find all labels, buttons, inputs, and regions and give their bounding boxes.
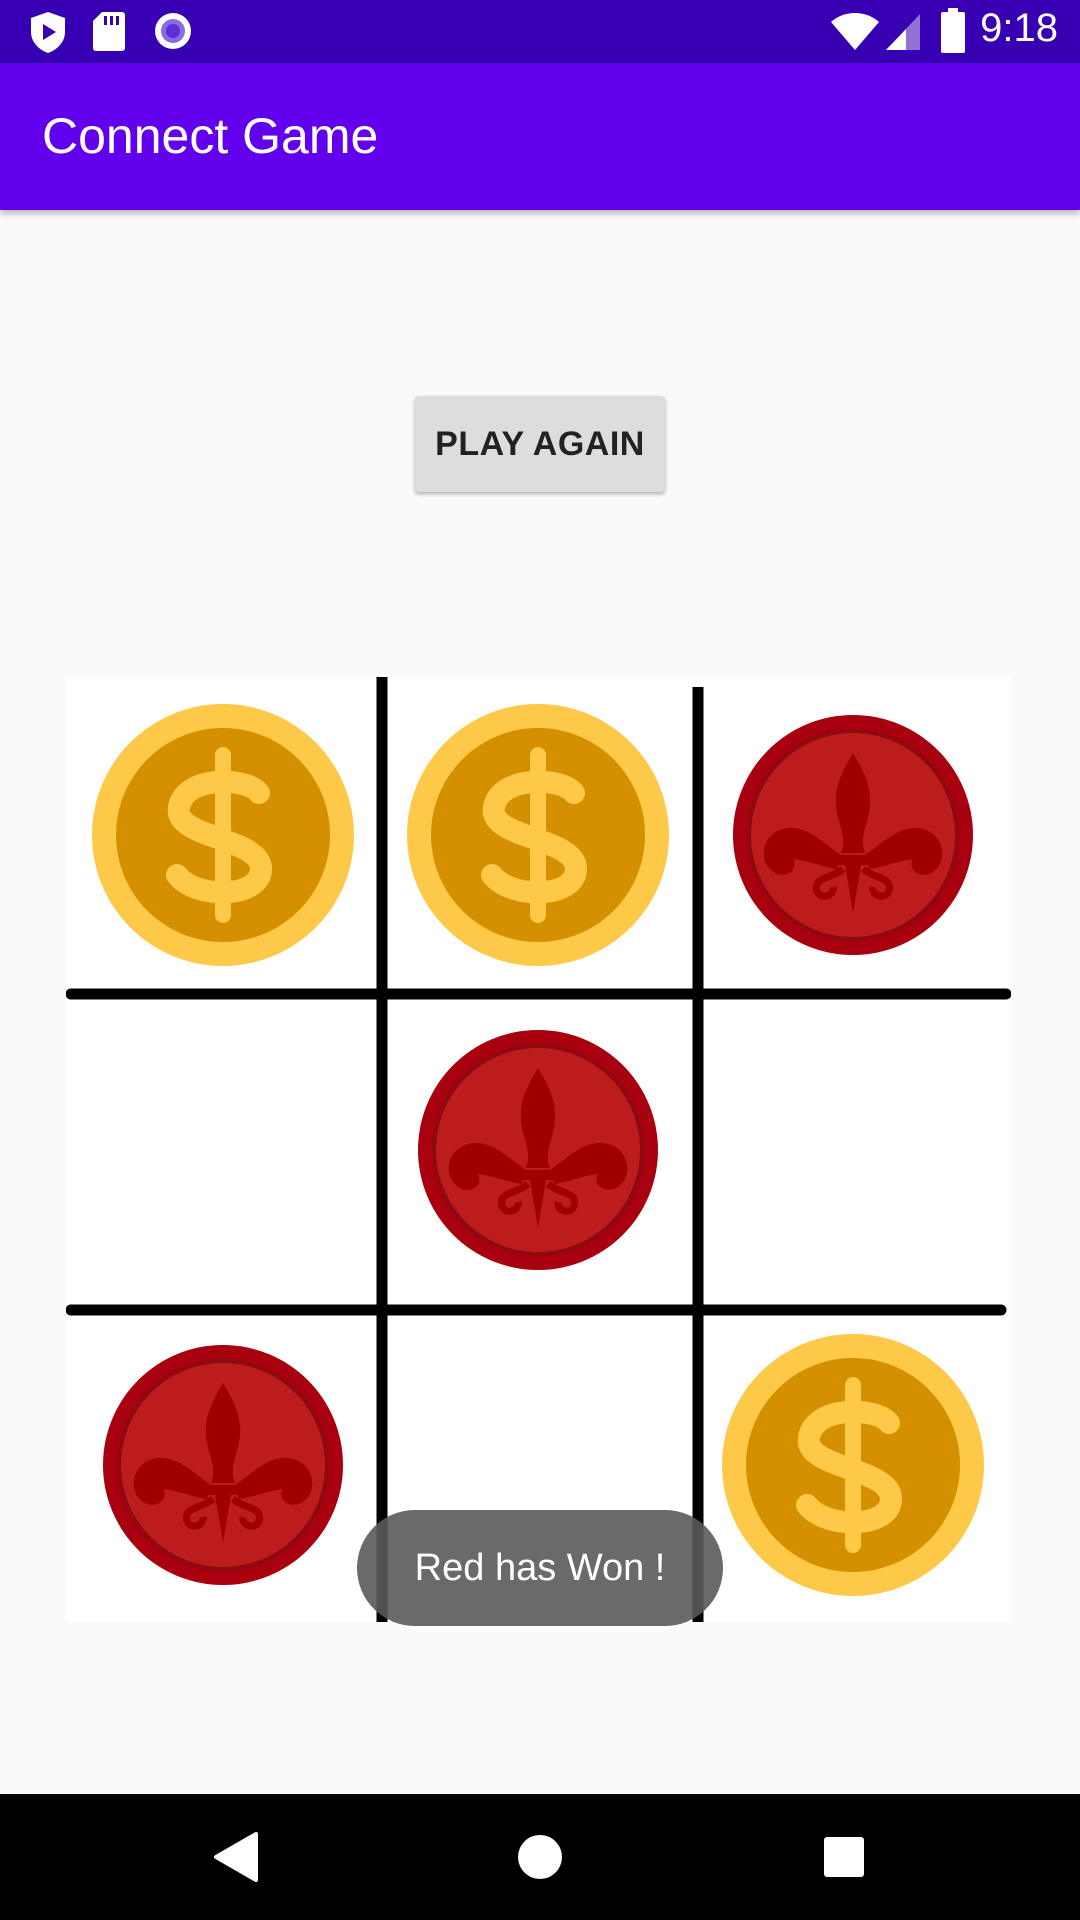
circle-dot-icon (155, 13, 191, 49)
recents-icon[interactable] (822, 1830, 866, 1884)
page-title: Connect Game (42, 108, 379, 164)
board-cell-1-2[interactable] (704, 1000, 1011, 1304)
board-cell-1-0[interactable] (66, 1000, 376, 1304)
gold-coin (407, 704, 669, 966)
status-bar: 9:18 (0, 0, 1080, 63)
board-cell-2-2[interactable] (704, 1316, 1011, 1622)
home-icon[interactable] (516, 1830, 564, 1884)
board-cell-0-0[interactable] (66, 677, 376, 988)
app-bar: Connect Game (0, 63, 1080, 210)
board-cell-1-1[interactable] (388, 1000, 692, 1304)
red-coin (418, 1030, 658, 1270)
status-time: 9:18 (980, 6, 1058, 50)
board-cell-2-0[interactable] (66, 1316, 376, 1622)
red-coin (103, 1345, 343, 1585)
shield-play-icon (31, 12, 65, 53)
board-cell-0-1[interactable] (388, 677, 692, 988)
wifi-icon (831, 13, 879, 50)
gold-coin (92, 704, 354, 966)
battery-icon (941, 8, 965, 53)
board-cell-0-2[interactable] (704, 677, 1011, 988)
red-coin (733, 715, 973, 955)
sd-card-icon (93, 12, 125, 51)
navigation-bar (0, 1794, 1080, 1920)
signal-icon (886, 14, 920, 50)
toast-message: Red has Won ! (357, 1510, 723, 1626)
back-icon[interactable] (212, 1830, 262, 1884)
play-again-button[interactable]: PLAY AGAIN (415, 396, 665, 492)
game-board (65, 677, 1012, 1622)
board-grid (65, 677, 1012, 1622)
gold-coin (722, 1334, 984, 1596)
